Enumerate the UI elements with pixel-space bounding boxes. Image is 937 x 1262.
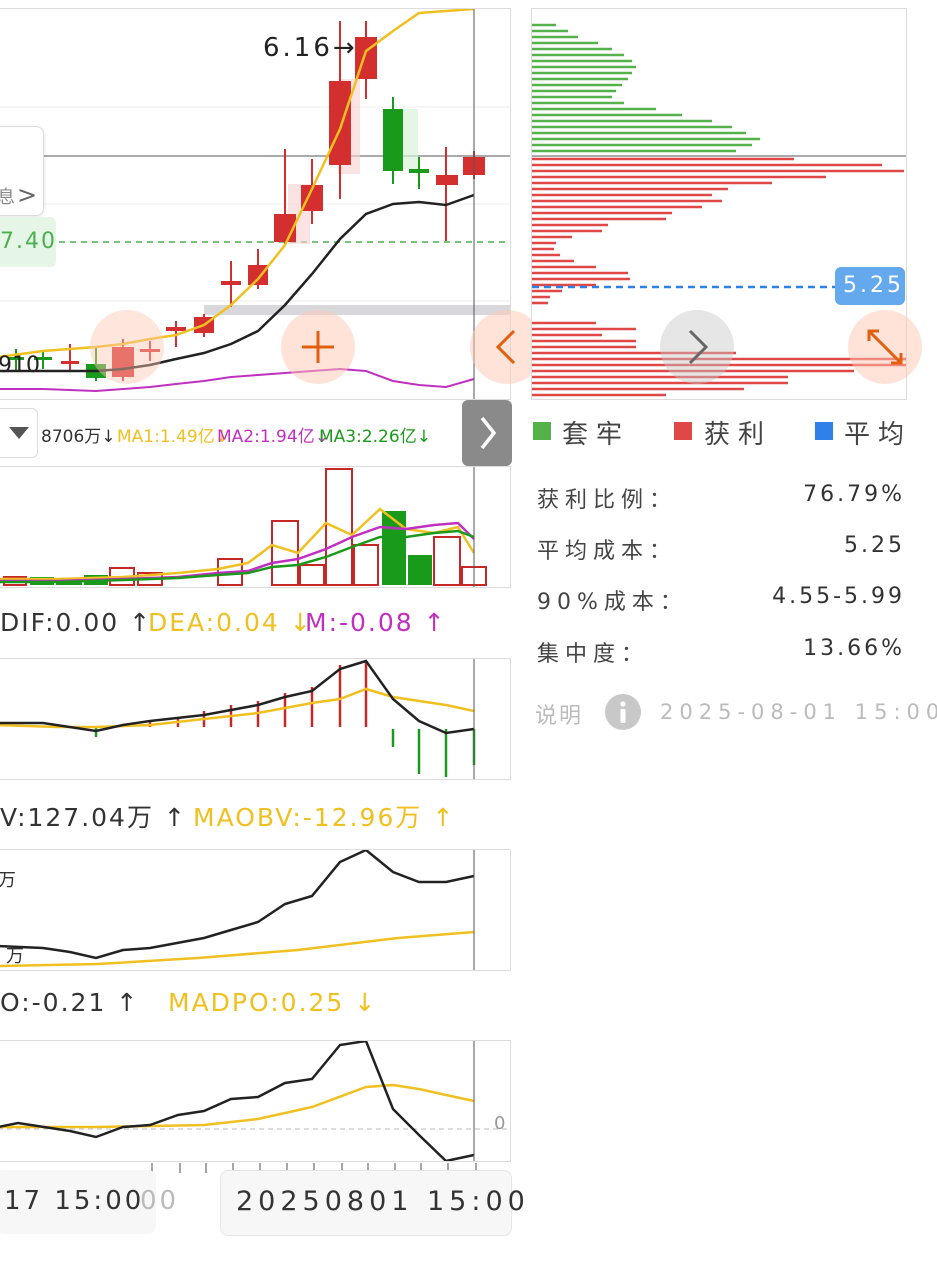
expand-icon: [867, 329, 903, 365]
note-date: 2025-08-01 15:00: [660, 700, 937, 724]
expand-chip-button[interactable]: [848, 310, 922, 384]
stat-avg-cost-value: 5.25: [844, 533, 905, 558]
legend-profit-label: 获利: [704, 420, 773, 450]
note-label: 说明: [535, 704, 584, 729]
left-price-label: 910: [0, 353, 40, 378]
madpo-value: MADPO:0.25 ↓: [168, 988, 378, 1017]
macd-svg: [0, 659, 476, 779]
price-tag: 7.40: [0, 217, 56, 267]
legend-average-label: 平均: [844, 420, 913, 450]
stat-profit-ratio-value: 76.79%: [803, 482, 905, 507]
volume-panel[interactable]: [0, 466, 511, 588]
ma-magenta-line: [0, 367, 475, 393]
chevron-left-icon: [495, 329, 516, 365]
legend-profit-swatch: [674, 422, 692, 440]
volume-value: 8706万↓: [41, 427, 116, 447]
chevron-right-icon[interactable]: >: [17, 181, 37, 209]
volume-svg: [0, 467, 487, 587]
chevron-right-icon: [480, 416, 497, 450]
time-axis-left-label: 17 15:00: [4, 1186, 145, 1216]
average-cost-tag: 5.25: [835, 267, 905, 305]
average-cost-tag-value: 5.25: [843, 273, 904, 298]
legend-average-swatch: [815, 422, 833, 440]
info-popover[interactable]: 息 >: [0, 126, 44, 216]
candles: [8, 21, 485, 381]
caret-down-icon: [9, 427, 29, 439]
stat-90-cost-value: 4.55-5.99: [772, 584, 905, 609]
kline-svg: [0, 9, 510, 399]
stat-profit-ratio-label: 获利比例：: [537, 488, 678, 513]
chip-next-button[interactable]: [660, 310, 734, 384]
macd-m: M:-0.08 ↑: [305, 608, 447, 637]
macd-dif: DIF:0.00 ↑: [0, 608, 153, 637]
stat-concentration-label: 集中度：: [537, 642, 650, 667]
toggle-side-panel-button[interactable]: [462, 400, 512, 466]
chevron-right-icon: [688, 329, 709, 365]
add-crosshair-button[interactable]: [281, 310, 355, 384]
dpo-panel[interactable]: 0: [0, 1039, 511, 1163]
volume-ma2: MA2:1.94亿↓: [217, 427, 329, 447]
stat-90-cost-label: 90%成本：: [537, 590, 688, 615]
volume-ma1: MA1:1.49亿↓: [117, 427, 229, 447]
ma-yellow-line: [0, 9, 475, 358]
stat-concentration-value: 13.66%: [803, 636, 905, 661]
dpo-svg: [0, 1039, 510, 1163]
dpo-zero-label: 0: [494, 1113, 506, 1134]
info-icon[interactable]: [605, 694, 641, 730]
info-glyph: 息: [0, 187, 15, 208]
obv-axis-top: 万: [0, 870, 16, 891]
prev-circle-button[interactable]: [90, 310, 164, 384]
macd-dea: DEA:0.04 ↓: [148, 608, 313, 637]
range-band: [204, 305, 510, 315]
period-dropdown[interactable]: [0, 408, 38, 458]
obv-axis-bottom: 万: [6, 946, 24, 967]
time-axis-faded-label: 00: [140, 1186, 180, 1216]
dpo-value: O:-0.21 ↑: [0, 988, 140, 1017]
obv-panel[interactable]: 万 万: [0, 848, 511, 971]
maobv-value: MAOBV:-12.96万 ↑: [193, 803, 456, 832]
obv-svg: [0, 848, 475, 970]
kline-panel[interactable]: 6.16→ 910: [0, 8, 511, 400]
high-price-label: 6.16→: [263, 33, 358, 63]
price-tag-value: 7.40: [0, 229, 57, 254]
legend-trapped-swatch: [533, 422, 551, 440]
cursor-time-label: 20250801 15:00: [236, 1186, 530, 1217]
legend-trapped-label: 套牢: [562, 420, 631, 450]
obv-value: V:127.04万 ↑: [0, 803, 187, 832]
volume-ma3: MA3:2.26亿↓: [319, 427, 431, 447]
macd-panel[interactable]: [0, 658, 511, 780]
plus-icon: [302, 331, 334, 363]
stat-avg-cost-label: 平均成本：: [537, 539, 678, 564]
